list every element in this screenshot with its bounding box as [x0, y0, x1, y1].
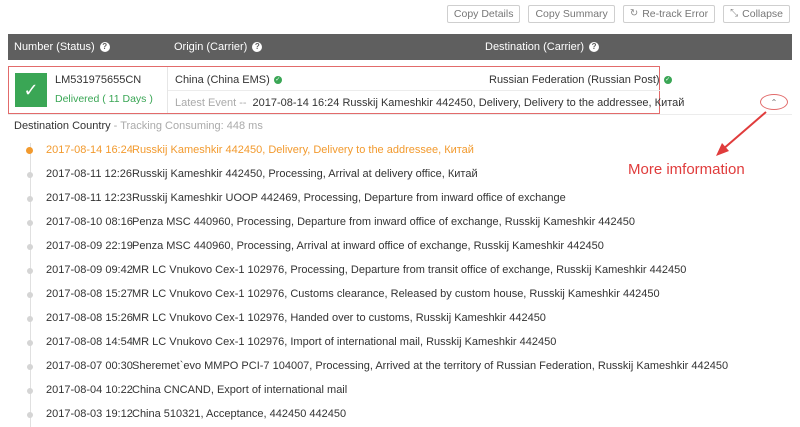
timeline-dot-icon [27, 412, 33, 418]
event-description: Penza MSC 440960, Processing, Arrival at… [132, 240, 604, 252]
list-item: 2017-08-07 00:30 Sheremet`evo MMPO PCI-7… [0, 357, 800, 381]
list-item: 2017-08-11 12:23 Russkij Kameshkir UOOP … [0, 189, 800, 213]
event-description: MR LC Vnukovo Cex-1 102976, Customs clea… [132, 288, 660, 300]
tracking-consuming: - Tracking Consuming: 448 ms [113, 120, 263, 132]
event-time: 2017-08-08 14:54 [46, 336, 133, 348]
event-description: Russkij Kameshkir 442450, Delivery, Deli… [132, 144, 474, 156]
timeline-dot-icon [27, 244, 33, 250]
event-description: MR LC Vnukovo Cex-1 102976, Import of in… [132, 336, 557, 348]
list-item: 2017-08-03 19:12 China 510321, Acceptanc… [0, 405, 800, 427]
list-item: 2017-08-09 22:19 Penza MSC 440960, Proce… [0, 237, 800, 261]
destination-country-heading: Destination Country - Tracking Consuming… [14, 120, 263, 132]
event-description: MR LC Vnukovo Cex-1 102976, Processing, … [132, 264, 687, 276]
event-description: China CNCAND, Export of international ma… [132, 384, 348, 396]
list-item: 2017-08-14 16:24 Russkij Kameshkir 44245… [0, 141, 800, 165]
timeline-dot-icon [27, 172, 33, 178]
event-time: 2017-08-09 22:19 [46, 240, 133, 252]
timeline-dot-icon [27, 364, 33, 370]
list-item: 2017-08-09 09:42 MR LC Vnukovo Cex-1 102… [0, 261, 800, 285]
event-time: 2017-08-14 16:24 [46, 144, 133, 156]
timeline-dot-icon [27, 220, 33, 226]
timeline-dot-icon [27, 268, 33, 274]
event-description: Penza MSC 440960, Processing, Departure … [132, 216, 636, 228]
event-time: 2017-08-08 15:27 [46, 288, 133, 300]
timeline-dot-icon [27, 316, 33, 322]
list-item: 2017-08-10 08:16 Penza MSC 440960, Proce… [0, 213, 800, 237]
list-item: 2017-08-08 15:27 MR LC Vnukovo Cex-1 102… [0, 285, 800, 309]
event-description: China 510321, Acceptance, 442450 442450 [132, 408, 347, 420]
timeline-dot-icon [27, 292, 33, 298]
event-time: 2017-08-07 00:30 [46, 360, 133, 372]
list-item: 2017-08-04 10:22 China CNCAND, Export of… [0, 381, 800, 405]
event-time: 2017-08-11 12:26 [46, 168, 133, 180]
event-description: Russkij Kameshkir UOOP 442469, Processin… [132, 192, 566, 204]
event-time: 2017-08-10 08:16 [46, 216, 133, 228]
event-time: 2017-08-08 15:26 [46, 312, 133, 324]
event-time: 2017-08-11 12:23 [46, 192, 133, 204]
event-time: 2017-08-03 19:12 [46, 408, 133, 420]
event-description: Russkij Kameshkir 442450, Processing, Ar… [132, 168, 478, 180]
destination-country-label: Destination Country [14, 120, 111, 132]
timeline-dot-icon [27, 340, 33, 346]
event-description: MR LC Vnukovo Cex-1 102976, Handed over … [132, 312, 546, 324]
timeline-dot-icon [27, 388, 33, 394]
event-time: 2017-08-04 10:22 [46, 384, 133, 396]
event-description: Sheremet`evo MMPO PCI-7 104007, Processi… [132, 360, 729, 372]
list-item: 2017-08-11 12:26 Russkij Kameshkir 44245… [0, 165, 800, 189]
timeline-dot-icon [27, 196, 33, 202]
event-time: 2017-08-09 09:42 [46, 264, 133, 276]
list-item: 2017-08-08 15:26 MR LC Vnukovo Cex-1 102… [0, 309, 800, 333]
list-item: 2017-08-08 14:54 MR LC Vnukovo Cex-1 102… [0, 333, 800, 357]
timeline-dot-icon [26, 147, 33, 154]
